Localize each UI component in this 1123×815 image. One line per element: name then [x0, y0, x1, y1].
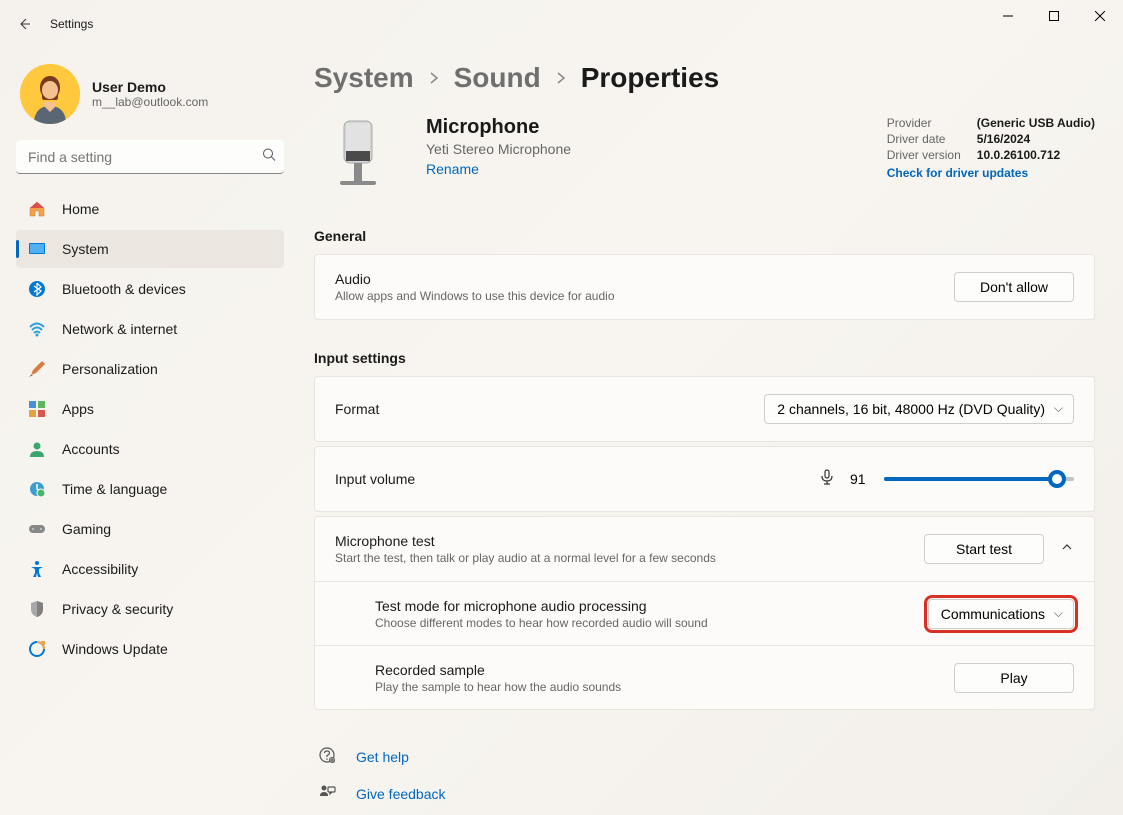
section-general-title: General [314, 228, 1095, 244]
nav-label: Gaming [62, 521, 111, 537]
nav-label: Windows Update [62, 641, 168, 657]
breadcrumb-sound[interactable]: Sound [454, 62, 541, 94]
user-name: User Demo [92, 79, 208, 95]
device-subtitle: Yeti Stereo Microphone [426, 141, 571, 157]
play-button[interactable]: Play [954, 663, 1074, 693]
gamepad-icon [28, 520, 46, 538]
test-mode-title: Test mode for microphone audio processin… [375, 598, 928, 614]
nav-personalization[interactable]: Personalization [16, 350, 284, 388]
audio-row-subtitle: Allow apps and Windows to use this devic… [335, 289, 954, 303]
help-label: Get help [356, 749, 409, 765]
user-profile[interactable]: User Demo m__lab@outlook.com [16, 56, 284, 140]
bluetooth-icon [28, 280, 46, 298]
breadcrumb-system[interactable]: System [314, 62, 414, 94]
nav-home[interactable]: Home [16, 190, 284, 228]
person-icon [28, 440, 46, 458]
search-input[interactable] [16, 140, 284, 174]
chevron-right-icon [555, 71, 567, 85]
system-icon [28, 240, 46, 258]
window-title: Settings [50, 17, 93, 31]
back-arrow-icon [16, 16, 32, 32]
breadcrumb: System Sound Properties [314, 62, 1095, 94]
nav-label: Bluetooth & devices [62, 281, 186, 297]
brush-icon [28, 360, 46, 378]
mic-test-title: Microphone test [335, 533, 924, 549]
provider-value: (Generic USB Audio) [977, 116, 1095, 130]
search-icon [262, 148, 276, 167]
volume-value: 91 [850, 471, 870, 487]
slider-fill [884, 477, 1057, 481]
nav-label: Accounts [62, 441, 120, 457]
recorded-sample-subtitle: Play the sample to hear how the audio so… [375, 680, 954, 694]
rename-button[interactable]: Rename [426, 161, 571, 177]
nav-accounts[interactable]: Accounts [16, 430, 284, 468]
nav-gaming[interactable]: Gaming [16, 510, 284, 548]
device-icon [314, 116, 402, 204]
clock-globe-icon [28, 480, 46, 498]
feedback-label: Give feedback [356, 786, 446, 802]
chevron-right-icon [428, 71, 440, 85]
nav-label: Accessibility [62, 561, 138, 577]
input-volume-label: Input volume [335, 471, 818, 487]
nav-label: Home [62, 201, 99, 217]
nav-label: Network & internet [62, 321, 177, 337]
driver-date-label: Driver date [887, 132, 977, 146]
back-button[interactable] [8, 8, 40, 40]
feedback-icon [318, 783, 336, 804]
volume-slider[interactable] [884, 477, 1074, 481]
nav-system[interactable]: System [16, 230, 284, 268]
section-input-title: Input settings [314, 350, 1095, 366]
format-dropdown[interactable]: 2 channels, 16 bit, 48000 Hz (DVD Qualit… [764, 394, 1074, 424]
slider-thumb[interactable] [1048, 470, 1066, 488]
breadcrumb-properties: Properties [581, 62, 720, 94]
update-icon [28, 640, 46, 658]
minimize-button[interactable] [985, 0, 1031, 32]
nav-accessibility[interactable]: Accessibility [16, 550, 284, 588]
driver-version-value: 10.0.26100.712 [977, 148, 1060, 162]
nav-bluetooth[interactable]: Bluetooth & devices [16, 270, 284, 308]
apps-icon [28, 400, 46, 418]
mic-test-subtitle: Start the test, then talk or play audio … [335, 551, 924, 565]
help-icon [318, 746, 336, 767]
microphone-icon [818, 468, 836, 491]
nav-label: Apps [62, 401, 94, 417]
check-driver-updates-link[interactable]: Check for driver updates [887, 166, 1095, 180]
nav-network[interactable]: Network & internet [16, 310, 284, 348]
start-test-button[interactable]: Start test [924, 534, 1044, 564]
dont-allow-button[interactable]: Don't allow [954, 272, 1074, 302]
format-label: Format [335, 401, 764, 417]
test-mode-subtitle: Choose different modes to hear how recor… [375, 616, 928, 630]
give-feedback-link[interactable]: Give feedback [314, 775, 1095, 812]
get-help-link[interactable]: Get help [314, 738, 1095, 775]
audio-row-title: Audio [335, 271, 954, 287]
test-mode-dropdown[interactable]: Communications [928, 599, 1074, 629]
nav-apps[interactable]: Apps [16, 390, 284, 428]
accessibility-icon [28, 560, 46, 578]
nav-label: Personalization [62, 361, 158, 377]
nav-label: System [62, 241, 109, 257]
home-icon [28, 200, 46, 218]
wifi-icon [28, 320, 46, 338]
maximize-button[interactable] [1031, 0, 1077, 32]
nav-windows-update[interactable]: Windows Update [16, 630, 284, 668]
user-email: m__lab@outlook.com [92, 95, 208, 109]
shield-icon [28, 600, 46, 618]
nav-label: Time & language [62, 481, 167, 497]
collapse-button[interactable] [1060, 540, 1074, 559]
device-title: Microphone [426, 116, 571, 139]
driver-date-value: 5/16/2024 [977, 132, 1030, 146]
recorded-sample-title: Recorded sample [375, 662, 954, 678]
close-button[interactable] [1077, 0, 1123, 32]
nav-time-language[interactable]: Time & language [16, 470, 284, 508]
nav-privacy[interactable]: Privacy & security [16, 590, 284, 628]
driver-version-label: Driver version [887, 148, 977, 162]
avatar [20, 64, 80, 124]
provider-label: Provider [887, 116, 977, 130]
nav-label: Privacy & security [62, 601, 173, 617]
